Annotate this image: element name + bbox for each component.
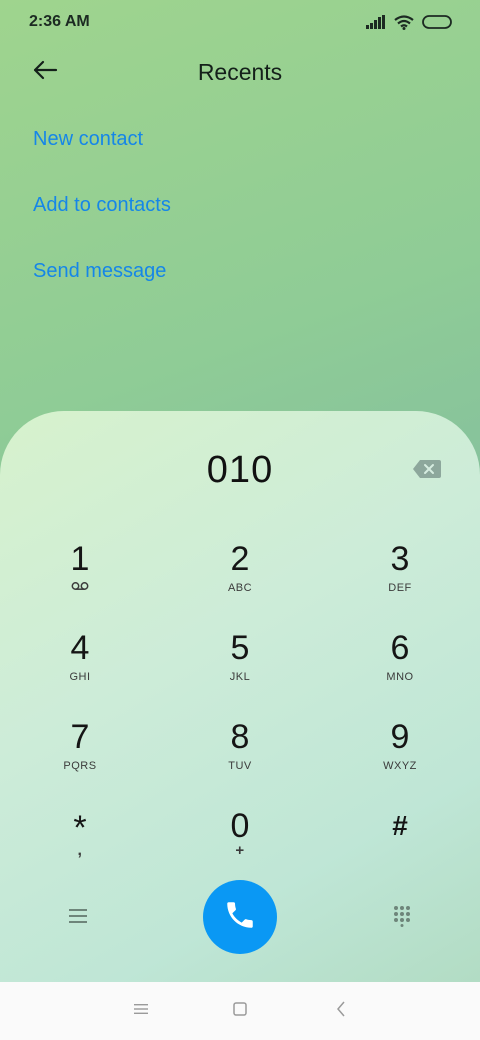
backspace-icon bbox=[412, 460, 442, 483]
key-0[interactable]: 0 + bbox=[180, 806, 300, 886]
key-letters: MNO bbox=[386, 671, 414, 683]
wifi-icon bbox=[394, 14, 414, 30]
home-nav-button[interactable] bbox=[228, 1001, 252, 1021]
key-6[interactable]: 6 MNO bbox=[340, 628, 460, 708]
new-contact-link[interactable]: New contact bbox=[33, 128, 143, 151]
signal-icon bbox=[366, 15, 386, 29]
key-letters: , bbox=[77, 842, 83, 859]
key-digit: 6 bbox=[390, 629, 410, 667]
square-icon bbox=[233, 1001, 247, 1021]
send-message-link[interactable]: Send message bbox=[33, 260, 166, 283]
key-letters: GHI bbox=[69, 671, 91, 683]
key-letters: DEF bbox=[388, 582, 412, 594]
key-digit: 2 bbox=[230, 540, 250, 578]
dialpad-icon bbox=[393, 906, 411, 931]
status-time: 2:36 AM bbox=[29, 13, 90, 30]
key-letters: ABC bbox=[227, 582, 253, 594]
key-digit: 9 bbox=[390, 718, 410, 756]
key-digit: 7 bbox=[70, 718, 90, 756]
dialed-number: 010 bbox=[206, 449, 274, 491]
key-2[interactable]: 2 ABC bbox=[180, 539, 300, 619]
key-letters: JKL bbox=[229, 671, 251, 683]
back-nav-button[interactable] bbox=[329, 1001, 353, 1021]
menu-button[interactable] bbox=[68, 908, 88, 929]
chevron-left-icon bbox=[336, 1001, 346, 1022]
key-letters: + bbox=[235, 842, 245, 859]
key-digit: 1 bbox=[70, 540, 90, 578]
key-8[interactable]: 8 TUV bbox=[180, 717, 300, 797]
key-digit: # bbox=[392, 810, 408, 841]
key-digit: 8 bbox=[230, 718, 250, 756]
backspace-button[interactable] bbox=[412, 459, 442, 479]
key-3[interactable]: 3 DEF bbox=[340, 539, 460, 619]
status-icons bbox=[366, 14, 452, 30]
key-letters: PQRS bbox=[63, 760, 97, 772]
key-digit: 0 bbox=[230, 807, 250, 845]
key-digit: 3 bbox=[390, 540, 410, 578]
dialer-panel: 010 1 2 ABC 3 DEF 4 GHI 5 JKL 6 MNO 7 PQ… bbox=[0, 411, 480, 982]
key-letters: WXYZ bbox=[383, 760, 417, 772]
voicemail-icon bbox=[20, 581, 140, 595]
menu-icon bbox=[68, 909, 88, 928]
key-digit: 4 bbox=[70, 629, 90, 667]
key-4[interactable]: 4 GHI bbox=[20, 628, 140, 708]
add-to-contacts-link[interactable]: Add to contacts bbox=[33, 194, 171, 217]
call-button[interactable] bbox=[203, 880, 277, 954]
battery-icon bbox=[422, 15, 452, 29]
page-title: Recents bbox=[197, 59, 283, 85]
key-5[interactable]: 5 JKL bbox=[180, 628, 300, 708]
key-hash[interactable]: # bbox=[340, 806, 460, 886]
key-7[interactable]: 7 PQRS bbox=[20, 717, 140, 797]
status-bar: 2:36 AM bbox=[0, 0, 480, 44]
key-star[interactable]: * , bbox=[20, 808, 140, 888]
phone-icon bbox=[223, 898, 257, 937]
header: Recents bbox=[0, 52, 480, 92]
menu-lines-icon bbox=[133, 1002, 149, 1020]
dialpad-button[interactable] bbox=[393, 905, 411, 932]
system-nav-bar bbox=[0, 982, 480, 1040]
key-9[interactable]: 9 WXYZ bbox=[340, 717, 460, 797]
key-1[interactable]: 1 bbox=[20, 539, 140, 619]
key-letters: TUV bbox=[228, 760, 252, 772]
recents-nav-button[interactable] bbox=[129, 1001, 153, 1021]
key-digit: 5 bbox=[230, 629, 250, 667]
